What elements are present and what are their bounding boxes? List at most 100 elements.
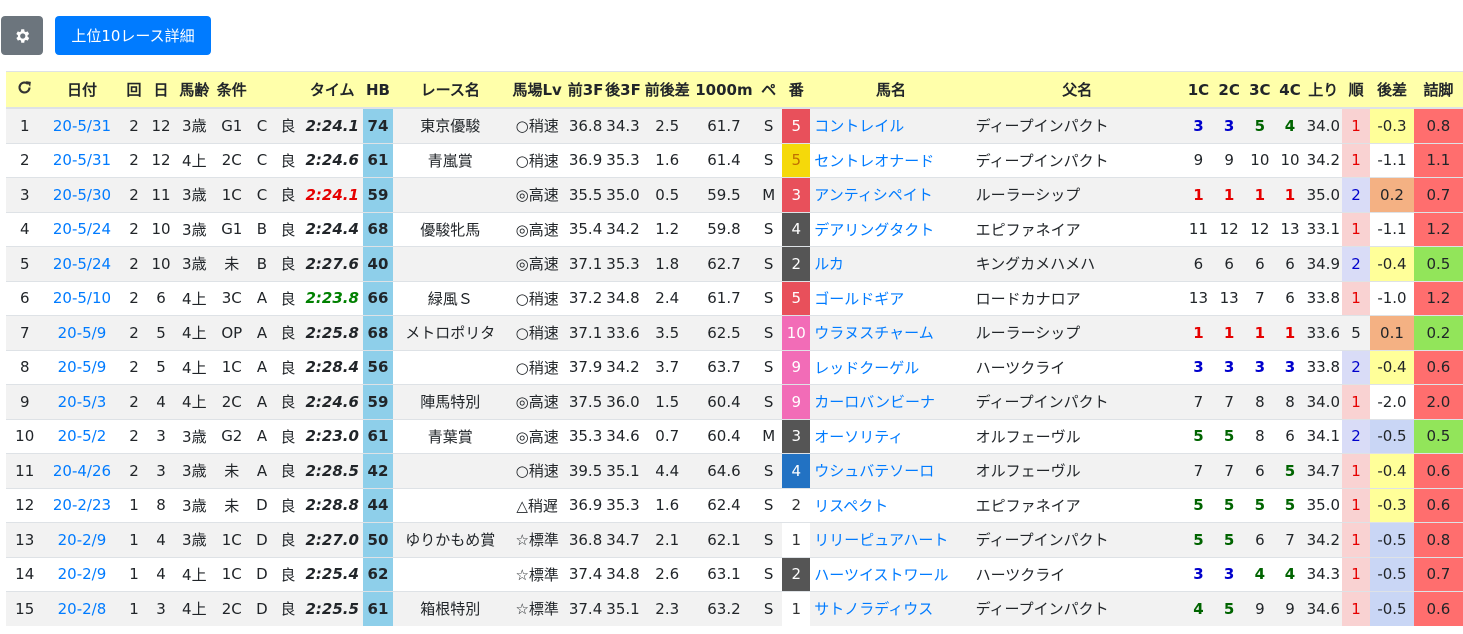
margin-cell: -0.5	[1370, 591, 1414, 626]
agari-cell: 34.9	[1304, 246, 1343, 281]
table-row[interactable]: 9 20-5/3 2 4 4上 2C A 良 2:24.6 59 陣馬特別 ◎高速 37.5 36.0 1.…	[6, 384, 1463, 419]
table-row[interactable]: 8 20-5/9 2 5 4上 1C A 良 2:28.4 56 ○稍速 37.9 34.2 3.7 63.…	[6, 349, 1463, 385]
horse-name-link[interactable]: カーロバンビーナ	[810, 384, 972, 419]
horse-name-link[interactable]: サトノラディウス	[810, 591, 972, 626]
rank-cell: 1	[1342, 556, 1371, 592]
last-3f-cell: 34.2	[604, 211, 642, 247]
horse-name-link[interactable]: リリーピュアハート	[810, 522, 972, 557]
horse-number-cell: 2	[782, 487, 811, 523]
table-row[interactable]: 11 20-4/26 2 3 3歳未 A 良 2:28.5 42 ○稍速 39.5 35.1 4.4 64…	[6, 453, 1463, 488]
kai-cell: 2	[120, 315, 148, 350]
header-l3: 後3F	[604, 71, 642, 109]
table-row[interactable]: 5 20-5/24 2 10 3歳未 B 良 2:27.6 40 ◎高速 37.1 35.3 1.8 62…	[6, 246, 1463, 281]
corner-2-cell: 1	[1214, 315, 1245, 350]
corner-2-cell: 13	[1214, 280, 1245, 316]
pace-cell: S	[755, 280, 783, 316]
table-row[interactable]: 10 20-5/2 2 3 3歳 G2 A 良 2:23.0 61 青葉賞 ◎高速 35.3 34.6 0.…	[6, 418, 1463, 454]
race-date-link[interactable]: 20-2/23	[43, 487, 121, 523]
race-date-link[interactable]: 20-2/9	[43, 522, 121, 557]
horse-name-link[interactable]: ゴールドギア	[810, 280, 972, 316]
hb-cell: 66	[362, 280, 394, 316]
race-date-link[interactable]: 20-5/24	[43, 246, 121, 281]
race-date-link[interactable]: 20-4/26	[43, 453, 121, 488]
refresh-icon[interactable]	[16, 79, 33, 96]
race-date-link[interactable]: 20-5/3	[43, 384, 121, 419]
horse-name-link[interactable]: デアリングタクト	[810, 211, 972, 247]
header-c4: 4C	[1275, 71, 1305, 109]
age-cell: 4上	[174, 315, 215, 350]
horse-name-link[interactable]: アンティシペイト	[810, 177, 972, 212]
split-1000m-cell: 60.4	[692, 384, 756, 419]
horse-name-link[interactable]: ウラヌスチャーム	[810, 315, 972, 350]
pace-cell: S	[755, 107, 783, 143]
table-row[interactable]: 3 20-5/30 2 11 3歳 1C C 良 2:24.1 59 ◎高速 35.5 35.0 0.5 5…	[6, 177, 1463, 212]
baba-level-cell: ◎高速	[507, 384, 567, 419]
corner-4-cell: 5	[1275, 453, 1305, 488]
race-date-link[interactable]: 20-5/10	[43, 280, 121, 316]
horse-name-link[interactable]: レッドクーゲル	[810, 349, 972, 385]
table-row[interactable]: 4 20-5/24 2 10 3歳 G1 B 良 2:24.4 68 優駿牝馬 ◎高速 35.4 34.2…	[6, 211, 1463, 247]
horse-name-link[interactable]: ルカ	[810, 246, 972, 281]
horse-name-link[interactable]: セントレオナード	[810, 142, 972, 178]
race-name-cell	[393, 556, 508, 592]
sire-name-cell: ディープインパクト	[971, 142, 1183, 178]
last-3f-cell: 36.0	[604, 384, 642, 419]
race-date-link[interactable]: 20-5/31	[43, 142, 121, 178]
race-date-link[interactable]: 20-5/24	[43, 211, 121, 247]
agari-cell: 33.6	[1304, 315, 1343, 350]
last-3f-cell: 34.2	[604, 349, 642, 385]
rank-cell: 5	[1342, 315, 1371, 350]
age-cell: 3歳	[174, 522, 215, 557]
table-row[interactable]: 13 20-2/9 1 4 3歳 1C D 良 2:27.0 50 ゆりかもめ賞 ☆標準 36.8 34.…	[6, 522, 1463, 557]
first-3f-cell: 35.5	[566, 177, 605, 212]
race-date-link[interactable]: 20-5/2	[43, 418, 121, 454]
header-f3: 前3F	[566, 71, 605, 109]
horse-name-link[interactable]: ウシュバテソーロ	[810, 453, 972, 488]
row-number: 15	[6, 591, 44, 626]
agari-cell: 33.1	[1304, 211, 1343, 247]
table-row[interactable]: 14 20-2/9 1 4 4上 1C D 良 2:25.4 62 ☆標準 37.4 34.8 2.6 63…	[6, 556, 1463, 592]
corner-4-cell: 6	[1275, 418, 1305, 454]
track-cell: 良	[274, 211, 302, 247]
split-1000m-cell: 61.7	[692, 107, 756, 143]
table-row[interactable]: 6 20-5/10 2 6 4上 3C A 良 2:23.8 66 緑風Ｓ ○稍速 37.2 34.8 2.…	[6, 280, 1463, 316]
table-row[interactable]: 15 20-2/8 1 3 4上 2C D 良 2:25.5 61 箱根特別 ☆標準 37.4 35.1 2…	[6, 591, 1463, 626]
agari-cell: 34.1	[1304, 418, 1343, 454]
horse-name-link[interactable]: リスペクト	[810, 487, 972, 523]
first-3f-cell: 36.8	[566, 522, 605, 557]
table-row[interactable]: 12 20-2/23 1 8 3歳未 D 良 2:28.8 44 △稍遅 36.9 35.3 1.6 62…	[6, 487, 1463, 523]
corner-1-cell: 9	[1182, 142, 1215, 178]
horse-name-link[interactable]: コントレイル	[810, 107, 972, 143]
day-cell: 5	[147, 349, 175, 385]
race-date-link[interactable]: 20-2/8	[43, 591, 121, 626]
baba-level-cell: △稍遅	[507, 487, 567, 523]
race-date-link[interactable]: 20-5/30	[43, 177, 121, 212]
condition-cell: 2C	[214, 591, 250, 626]
row-number: 8	[6, 349, 44, 385]
header-ban: 番	[782, 71, 811, 109]
horse-name-link[interactable]: ハーツイストワール	[810, 556, 972, 592]
header-refresh[interactable]	[6, 71, 44, 109]
corner-3-cell: 12	[1244, 211, 1276, 247]
race-date-link[interactable]: 20-5/9	[43, 315, 121, 350]
margin-cell: -0.5	[1370, 522, 1414, 557]
first-3f-cell: 37.2	[566, 280, 605, 316]
table-row[interactable]: 2 20-5/31 2 12 4上 2C C 良 2:24.6 61 青嵐賞 ○稍速 36.9 35.3 1…	[6, 142, 1463, 178]
race-date-link[interactable]: 20-5/9	[43, 349, 121, 385]
day-cell: 11	[147, 177, 175, 212]
table-row[interactable]: 1 20-5/31 2 12 3歳 G1 C 良 2:24.1 74 東京優駿 ○稍速 36.8 34.3…	[6, 107, 1463, 143]
corner-3-cell: 5	[1244, 107, 1276, 143]
horse-name-link[interactable]: オーソリティ	[810, 418, 972, 454]
settings-button[interactable]	[1, 16, 43, 55]
race-date-link[interactable]: 20-5/31	[43, 107, 121, 143]
corner-4-cell: 7	[1275, 522, 1305, 557]
table-row[interactable]: 7 20-5/9 2 5 4上 OP A 良 2:25.8 68 メトロポリタ ○稍速 37.1 33.6…	[6, 315, 1463, 350]
class-cell: D	[249, 591, 275, 626]
race-name-cell: 陣馬特別	[393, 384, 508, 419]
corner-2-cell: 5	[1214, 418, 1245, 454]
top10-race-detail-button[interactable]: 上位10レース詳細	[55, 16, 211, 55]
day-cell: 4	[147, 556, 175, 592]
race-date-link[interactable]: 20-2/9	[43, 556, 121, 592]
kai-cell: 2	[120, 177, 148, 212]
age-cell: 3歳	[174, 211, 215, 247]
